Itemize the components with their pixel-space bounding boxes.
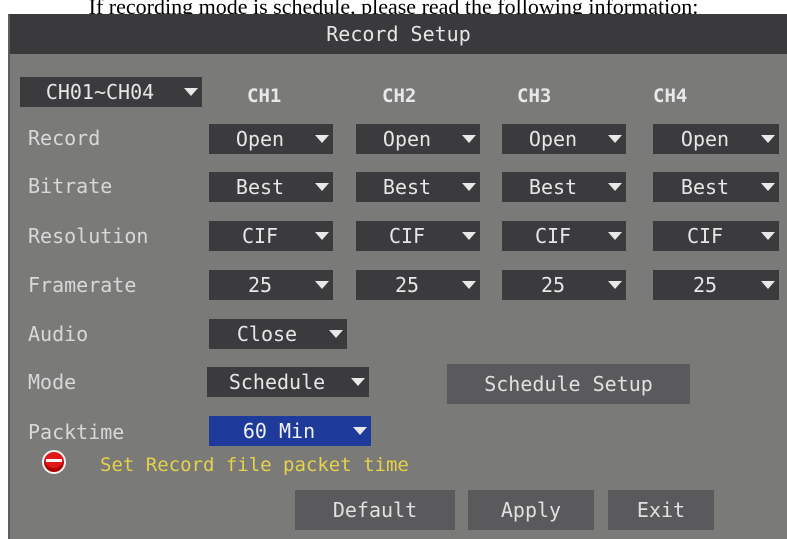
chevron-down-icon [604,270,626,300]
dialog-title: Record Setup [10,14,787,54]
framerate-value-ch2: 25 [394,273,420,297]
framerate-select-ch1[interactable]: 25 [209,270,333,300]
record-select-ch2[interactable]: Open [356,124,480,154]
default-button[interactable]: Default [295,490,455,530]
framerate-select-ch2[interactable]: 25 [356,270,480,300]
framerate-label: Framerate [28,273,137,297]
channel-group-value: CH01~CH04 [45,80,155,104]
channel-header-ch1: CH1 [247,85,282,107]
chevron-down-icon [458,270,480,300]
channel-group-select[interactable]: CH01~CH04 [20,77,202,107]
chevron-down-icon [604,172,626,202]
packtime-select[interactable]: 60 Min [209,416,371,446]
framerate-select-ch3[interactable]: 25 [502,270,626,300]
chevron-down-icon [311,270,333,300]
hint-text: Set Record file packet time [100,454,409,476]
framerate-select-ch4[interactable]: 25 [653,270,779,300]
bitrate-value-ch1: Best [235,175,285,199]
chevron-down-icon [311,172,333,202]
resolution-select-ch1[interactable]: CIF [209,221,333,251]
chevron-down-icon [458,172,480,202]
record-select-ch4[interactable]: Open [653,124,779,154]
red-dot-icon [42,450,66,474]
record-value-ch4: Open [680,127,730,151]
record-select-ch1[interactable]: Open [209,124,333,154]
schedule-setup-button[interactable]: Schedule Setup [447,364,690,404]
resolution-value-ch3: CIF [534,224,572,248]
audio-value: Close [236,322,298,346]
bitrate-value-ch2: Best [382,175,432,199]
chevron-down-icon [347,367,369,397]
bitrate-select-ch1[interactable]: Best [209,172,333,202]
bitrate-value-ch4: Best [680,175,730,199]
framerate-value-ch4: 25 [692,273,718,297]
chevron-down-icon [311,124,333,154]
record-setup-dialog: Record Setup CH01~CH04 CH1 CH2 CH3 CH4 R… [8,14,787,539]
chevron-down-icon [325,319,347,349]
record-value-ch1: Open [235,127,285,151]
chevron-down-icon [311,221,333,251]
resolution-select-ch3[interactable]: CIF [502,221,626,251]
chevron-down-icon [604,124,626,154]
mode-select[interactable]: Schedule [207,367,369,397]
mode-value: Schedule [228,370,326,394]
channel-header-ch2: CH2 [382,85,417,107]
bitrate-select-ch3[interactable]: Best [502,172,626,202]
packtime-value: 60 Min [242,419,316,443]
chevron-down-icon [180,77,202,107]
record-select-ch3[interactable]: Open [502,124,626,154]
bitrate-select-ch2[interactable]: Best [356,172,480,202]
record-value-ch3: Open [528,127,578,151]
apply-button[interactable]: Apply [468,490,594,530]
mode-label: Mode [28,370,77,394]
resolution-value-ch1: CIF [241,224,279,248]
packtime-label: Packtime [28,420,125,444]
chevron-down-icon [757,172,779,202]
bitrate-select-ch4[interactable]: Best [653,172,779,202]
chevron-down-icon [458,124,480,154]
channel-header-ch3: CH3 [517,85,552,107]
resolution-select-ch2[interactable]: CIF [356,221,480,251]
record-value-ch2: Open [382,127,432,151]
chevron-down-icon [604,221,626,251]
chevron-down-icon [458,221,480,251]
audio-select[interactable]: Close [209,319,347,349]
resolution-value-ch2: CIF [388,224,426,248]
channel-header-ch4: CH4 [653,85,688,107]
exit-button[interactable]: Exit [608,490,714,530]
framerate-value-ch3: 25 [540,273,566,297]
resolution-select-ch4[interactable]: CIF [653,221,779,251]
bitrate-label: Bitrate [28,174,113,198]
audio-label: Audio [28,322,89,346]
bitrate-value-ch3: Best [528,175,578,199]
record-label: Record [28,126,101,150]
chevron-down-icon [757,221,779,251]
resolution-value-ch4: CIF [686,224,724,248]
chevron-down-icon [757,270,779,300]
framerate-value-ch1: 25 [247,273,273,297]
resolution-label: Resolution [28,224,149,248]
chevron-down-icon [757,124,779,154]
chevron-down-icon [349,416,371,446]
